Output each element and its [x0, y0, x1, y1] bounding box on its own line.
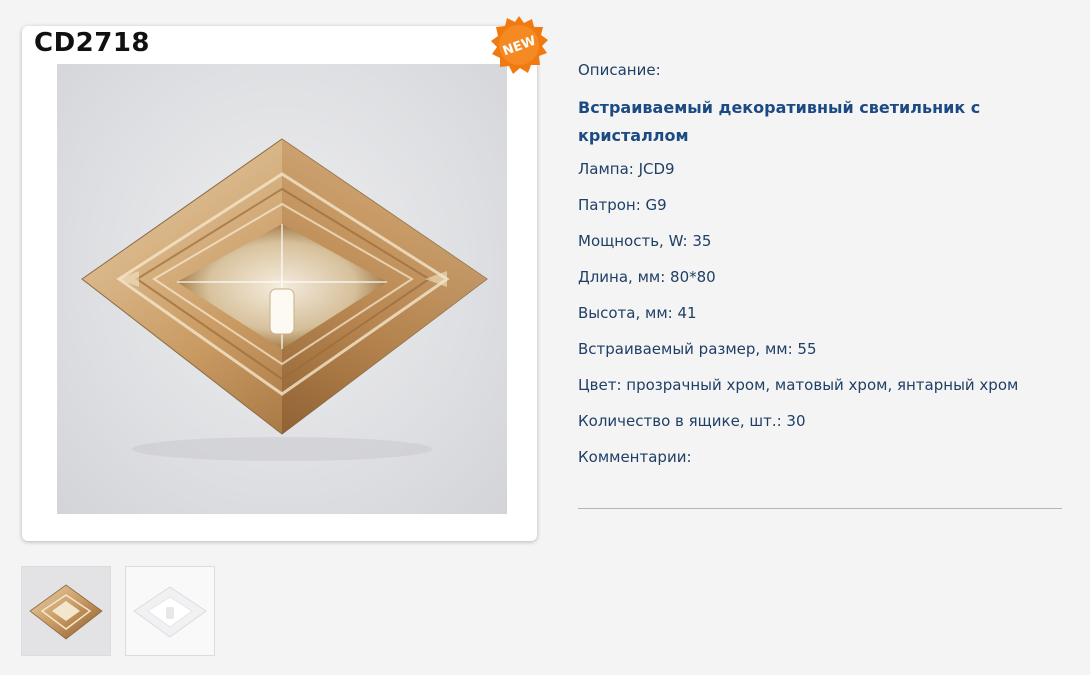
spec-color: Цвет: прозрачный хром, матовый хром, янт…: [578, 376, 1019, 394]
spec-lamp: Лампа: JCD9: [578, 160, 675, 178]
product-main-photo[interactable]: [57, 64, 507, 514]
spec-height: Высота, мм: 41: [578, 304, 697, 322]
spec-cutout-size: Встраиваемый размер, мм: 55: [578, 340, 817, 358]
details-divider: [578, 508, 1062, 509]
product-image-card: CD2718: [22, 26, 537, 541]
spec-comments: Комментарии:: [578, 448, 692, 466]
product-title: Встраиваемый декоративный светильник с к…: [578, 98, 981, 145]
thumbnail-amber[interactable]: [21, 566, 111, 656]
thumbnail-clear[interactable]: [125, 566, 215, 656]
product-code: CD2718: [34, 28, 151, 58]
spec-length: Длина, мм: 80*80: [578, 268, 716, 286]
spec-box-quantity: Количество в ящике, шт.: 30: [578, 412, 806, 430]
product-details: Описание: Встраиваемый декоративный свет…: [578, 58, 1068, 481]
description-label: Описание:: [578, 61, 661, 79]
spec-power: Мощность, W: 35: [578, 232, 712, 250]
spec-socket: Патрон: G9: [578, 196, 667, 214]
new-badge: NEW: [488, 14, 550, 76]
